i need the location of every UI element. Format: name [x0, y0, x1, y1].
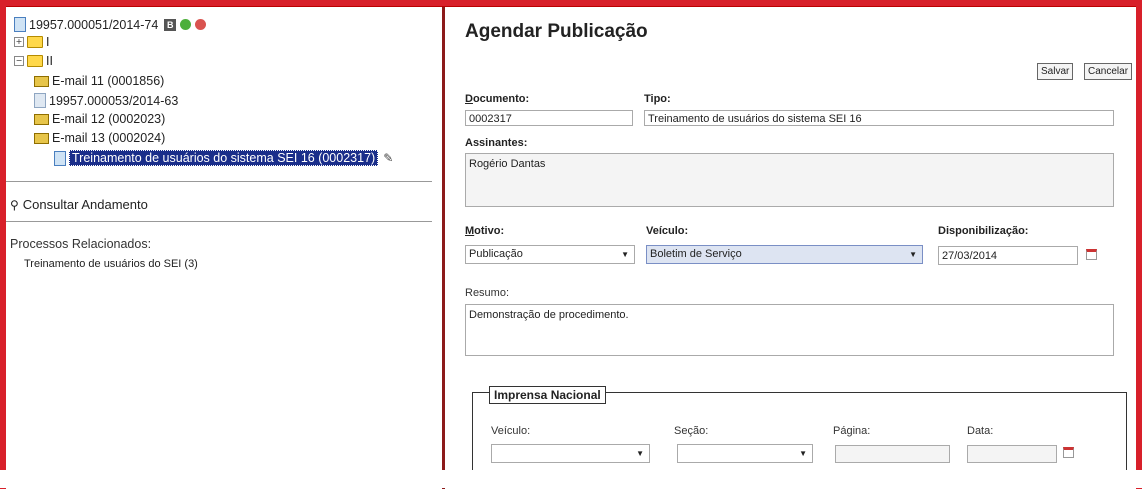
motivo-label: Motivo:	[465, 225, 505, 237]
dropdown-arrow-icon: ▼	[799, 449, 807, 458]
consult-link[interactable]: ⚲ Consultar Andamento	[10, 197, 148, 212]
email-icon	[34, 75, 49, 87]
folder-ii[interactable]: − II	[14, 54, 53, 68]
doc-label[interactable]: E-mail 11 (0001856)	[52, 74, 164, 88]
disponibilizacao-label: Disponibilização:	[938, 225, 1029, 237]
email-icon	[34, 113, 49, 125]
status-red-icon[interactable]	[195, 19, 207, 30]
disponibilizacao-field[interactable]: 27/03/2014	[938, 246, 1078, 265]
process-link-icon	[34, 93, 46, 108]
tipo-label: Tipo:	[644, 93, 671, 105]
data-field[interactable]	[967, 445, 1057, 463]
consult-label[interactable]: Consultar Andamento	[23, 197, 148, 212]
calendar-icon[interactable]	[1063, 447, 1074, 458]
veiculo-select[interactable]: Boletim de Serviço ▼	[646, 245, 923, 264]
resumo-label: Resumo:	[465, 287, 510, 299]
process-root[interactable]: 19957.000051/2014-74 B	[14, 17, 207, 32]
resumo-field[interactable]: Demonstração de procedimento.	[465, 304, 1114, 356]
tree-doc-item[interactable]: E-mail 12 (0002023)	[34, 112, 165, 126]
related-process-link[interactable]: Treinamento de usuários do SEI (3)	[24, 258, 198, 270]
assinantes-field[interactable]: Rogério Dantas	[465, 153, 1114, 207]
folder-i[interactable]: + I	[14, 35, 49, 49]
separator	[6, 181, 432, 182]
calendar-icon[interactable]	[1086, 249, 1097, 260]
veiculo-label: Veículo:	[646, 225, 689, 237]
cancel-button[interactable]: Cancelar	[1084, 63, 1133, 80]
status-green-icon[interactable]	[180, 19, 192, 30]
separator	[6, 221, 432, 222]
tree-doc-item[interactable]: E-mail 13 (0002024)	[34, 131, 165, 145]
veiculo-value: Boletim de Serviço	[650, 248, 742, 260]
pencil-icon[interactable]: ✎	[383, 151, 393, 165]
pagina-field[interactable]	[835, 445, 950, 463]
collapse-minus-icon[interactable]: −	[14, 56, 24, 66]
documento-field[interactable]: 0002317	[465, 110, 633, 126]
data-label: Data:	[967, 425, 994, 437]
process-icon	[14, 17, 26, 32]
assinantes-label: Assinantes:	[465, 137, 528, 149]
imprensa-veiculo-select[interactable]: ▼	[491, 444, 650, 463]
motivo-value: Publicação	[469, 248, 523, 260]
bottom-fade	[0, 470, 1142, 488]
related-processes-title: Processos Relacionados:	[10, 237, 152, 251]
doc-label-selected[interactable]: Treinamento de usuários do sistema SEI 1…	[69, 150, 379, 166]
folder-icon	[27, 36, 43, 48]
sigiloso-badge-icon[interactable]: B	[164, 18, 177, 31]
folder-open-icon	[27, 55, 43, 67]
folder-label[interactable]: II	[46, 54, 53, 68]
doc-label[interactable]: E-mail 12 (0002023)	[52, 112, 165, 126]
tree-doc-item-selected[interactable]: Treinamento de usuários do sistema SEI 1…	[54, 150, 393, 166]
secao-label: Seção:	[674, 425, 709, 437]
pagina-label: Página:	[833, 425, 871, 437]
tree-doc-item[interactable]: E-mail 11 (0001856)	[34, 74, 164, 88]
app-frame: 19957.000051/2014-74 B + I − II E-mail 1…	[6, 6, 1136, 489]
doc-label[interactable]: 19957.000053/2014-63	[49, 94, 178, 108]
folder-label[interactable]: I	[46, 35, 49, 49]
save-button[interactable]: Salvar	[1037, 63, 1074, 80]
document-icon	[54, 150, 66, 166]
tipo-field[interactable]: Treinamento de usuários do sistema SEI 1…	[644, 110, 1114, 126]
process-number[interactable]: 19957.000051/2014-74	[29, 18, 158, 32]
page-title: Agendar Publicação	[465, 21, 648, 42]
secao-select[interactable]: ▼	[677, 444, 813, 463]
dropdown-arrow-icon: ▼	[621, 250, 629, 259]
search-icon: ⚲	[10, 197, 19, 212]
imprensa-legend: Imprensa Nacional	[489, 386, 606, 404]
motivo-select[interactable]: Publicação ▼	[465, 245, 635, 264]
dropdown-arrow-icon: ▼	[636, 449, 644, 458]
expand-plus-icon[interactable]: +	[14, 37, 24, 47]
documento-label: Documento:	[465, 93, 530, 105]
dropdown-arrow-icon: ▼	[909, 250, 917, 259]
form-panel: Agendar Publicação Salvar Cancelar Docum…	[445, 7, 1136, 489]
process-tree-panel: 19957.000051/2014-74 B + I − II E-mail 1…	[6, 7, 442, 489]
email-icon	[34, 132, 49, 144]
tree-doc-item[interactable]: 19957.000053/2014-63	[34, 93, 178, 108]
doc-label[interactable]: E-mail 13 (0002024)	[52, 131, 165, 145]
imprensa-veiculo-label: Veículo:	[491, 425, 531, 437]
